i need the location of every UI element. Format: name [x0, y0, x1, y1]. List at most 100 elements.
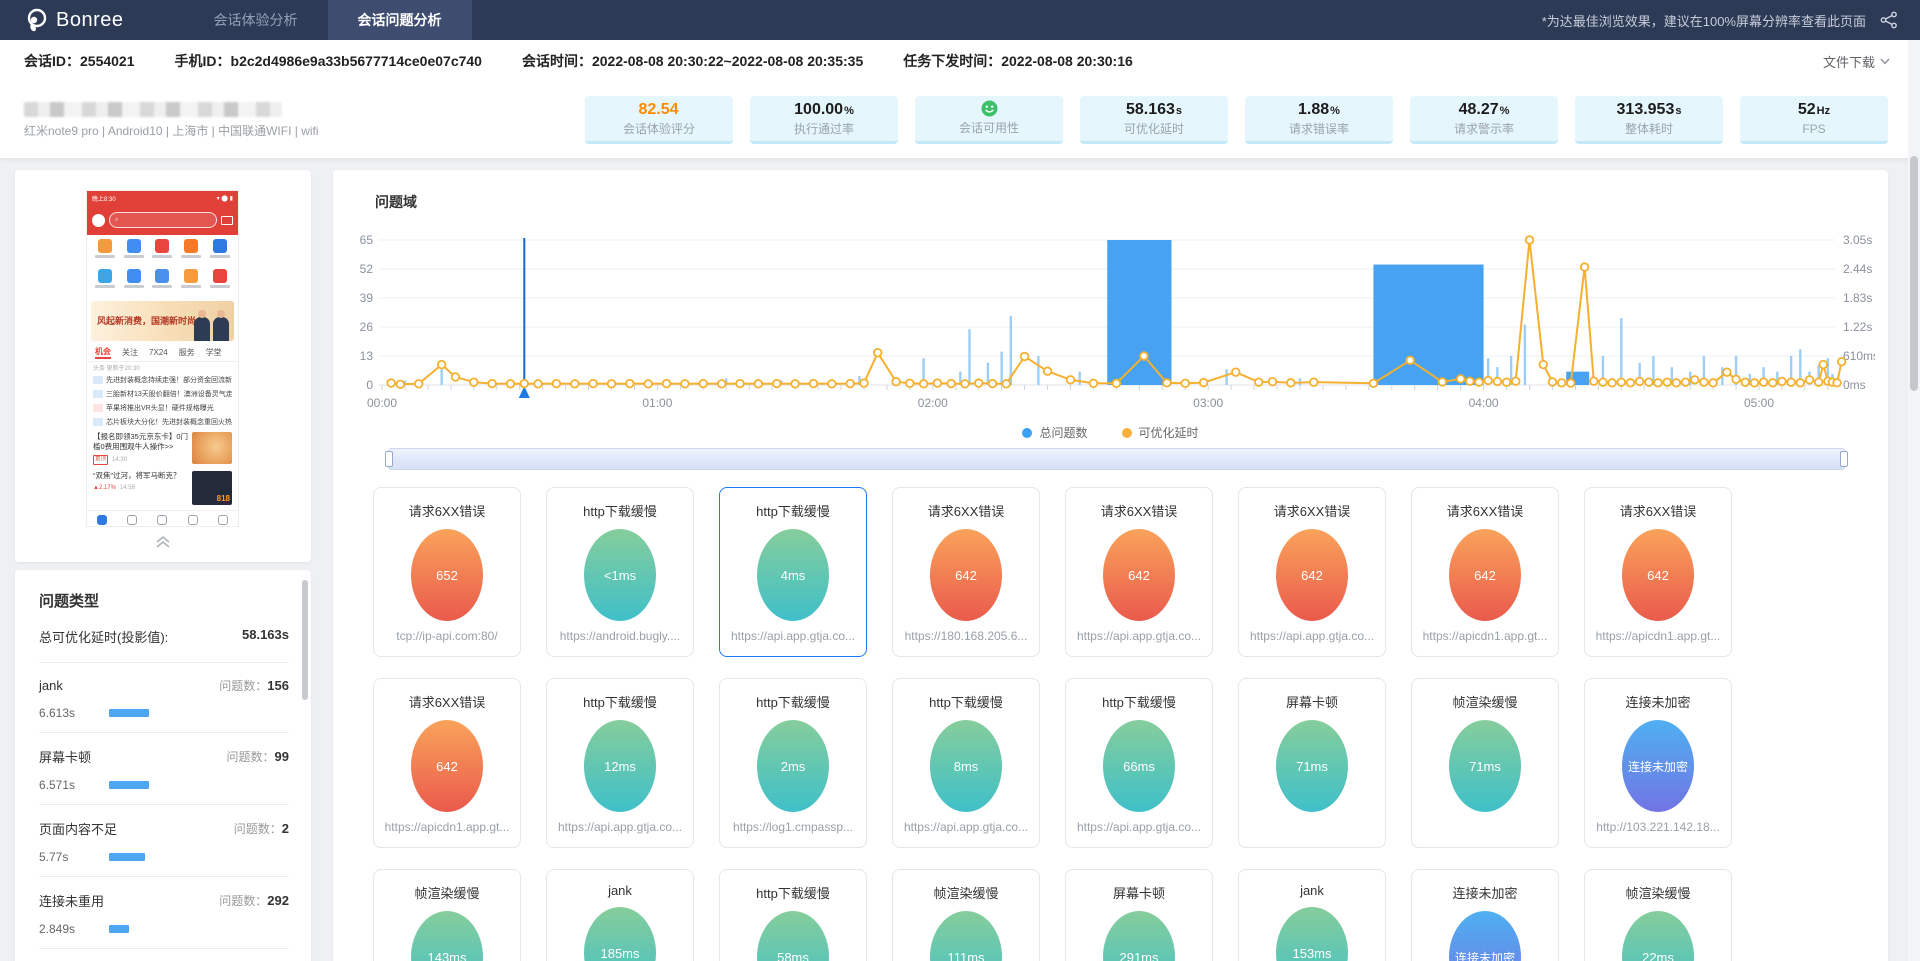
issue-url: https://api.app.gtja.co... [1072, 820, 1206, 834]
issue-bubble: 58ms [757, 911, 829, 961]
metric-card[interactable]: 52Hz FPS [1740, 96, 1888, 144]
issue-value: 71ms [1469, 759, 1501, 774]
problem-time: 2.849s [39, 922, 83, 936]
issue-card[interactable]: 屏幕卡顿 291ms [1065, 869, 1213, 961]
metric-value [915, 100, 1063, 120]
svg-text:04:00: 04:00 [1469, 396, 1499, 410]
issue-card[interactable]: 帧渲染缓慢 143ms [373, 869, 521, 961]
issue-bubble: 8ms [930, 720, 1002, 812]
issue-card[interactable]: http下载缓慢 66ms https://api.app.gtja.co... [1065, 678, 1213, 848]
issue-card[interactable]: 请求6XX错误 642 https://apicdn1.app.gt... [1411, 487, 1559, 657]
svg-text:13: 13 [360, 349, 374, 363]
issue-type: 屏幕卡顿 [1066, 883, 1212, 902]
issue-card[interactable]: jank 185ms [546, 869, 694, 961]
phone-news-item: 苹果将推出VR头显！硬件规格曝光 [87, 401, 238, 415]
issue-card[interactable]: http下载缓慢 2ms https://log1.cmpassp... [719, 678, 867, 848]
legend-item[interactable]: 可优化延时 [1122, 424, 1199, 441]
issue-card[interactable]: 请求6XX错误 642 https://api.app.gtja.co... [1065, 487, 1213, 657]
nav-tab-0[interactable]: 会话体验分析 [184, 0, 328, 40]
nav-tabs: 会话体验分析会话问题分析 [184, 0, 472, 40]
issue-card[interactable]: http下载缓慢 <1ms https://android.bugly.... [546, 487, 694, 657]
metric-card[interactable]: 1.88% 请求错误率 [1245, 96, 1393, 144]
problem-count: 问题数：292 [219, 892, 289, 909]
screenshot-panel: 晚上8:30 ▾ ⬤ ▮ ⌕ 风起新消费，国潮新时尚 机会关注7X24服务学堂 … [15, 170, 311, 562]
issue-card[interactable]: 请求6XX错误 642 https://apicdn1.app.gt... [373, 678, 521, 848]
phone-tab: 服务 [179, 347, 195, 358]
issue-url: https://api.app.gtja.co... [1245, 629, 1379, 643]
issue-card[interactable]: 连接未加密 连接未加密 http://103.221.142.18... [1584, 678, 1732, 848]
issue-card[interactable]: 请求6XX错误 652 tcp://ip-api.com:80/ [373, 487, 521, 657]
phone-app-shortcut [148, 269, 177, 297]
problem-time: 5.77s [39, 850, 83, 864]
panel-scrollbar-thumb[interactable] [302, 580, 308, 700]
issue-card[interactable]: http下载缓慢 4ms https://api.app.gtja.co... [719, 487, 867, 657]
issue-card[interactable]: http下载缓慢 8ms https://api.app.gtja.co... [892, 678, 1040, 848]
session-screenshot[interactable]: 晚上8:30 ▾ ⬤ ▮ ⌕ 风起新消费，国潮新时尚 机会关注7X24服务学堂 … [86, 190, 239, 527]
problem-domain-chart[interactable]: 00ms13610ms261.22s391.83s522.44s653.05s0… [345, 222, 1875, 422]
phone-tab: 7X24 [149, 348, 168, 357]
issue-card[interactable]: 帧渲染缓慢 71ms [1411, 678, 1559, 848]
issue-url: https://api.app.gtja.co... [899, 820, 1033, 834]
issue-card[interactable]: 请求6XX错误 642 https://api.app.gtja.co... [1238, 487, 1386, 657]
phone-news-item: 芯片板块大分化！先进封装概念重回火热 [87, 415, 238, 429]
metric-value: 100.00% [750, 100, 898, 121]
issue-card[interactable]: 屏幕卡顿 71ms [1238, 678, 1386, 848]
metric-card[interactable]: 313.953s 整体耗时 [1575, 96, 1723, 144]
issue-card[interactable]: http下载缓慢 12ms https://api.app.gtja.co... [546, 678, 694, 848]
legend-item[interactable]: 总问题数 [1022, 424, 1087, 441]
issue-type: http下载缓慢 [547, 501, 693, 520]
problem-name: jank [39, 678, 63, 693]
svg-text:03:00: 03:00 [1193, 396, 1223, 410]
metric-card[interactable]: 会话可用性 [915, 96, 1063, 144]
share-icon[interactable] [1880, 11, 1898, 29]
bonree-logo[interactable]: Bonree [24, 7, 124, 33]
phone-app-shortcut [91, 239, 120, 267]
metric-card[interactable]: 48.27% 请求警示率 [1410, 96, 1558, 144]
issue-value: 153ms [1292, 946, 1331, 961]
issue-url: https://api.app.gtja.co... [726, 629, 860, 643]
issue-bubble: 连接未加密 [1622, 720, 1694, 812]
metric-card[interactable]: 100.00% 执行通过率 [750, 96, 898, 144]
metric-value: 313.953s [1575, 100, 1723, 121]
page-scrollbar[interactable] [1908, 40, 1920, 961]
chart-legend: 总问题数 可优化延时 [333, 424, 1888, 441]
phone-search-box: ⌕ [109, 212, 217, 228]
file-download-button[interactable]: 文件下载 [1823, 40, 1890, 82]
problem-bar [109, 853, 145, 861]
issue-card[interactable]: 连接未加密 连接未加密 [1411, 869, 1559, 961]
nav-tab-1[interactable]: 会话问题分析 [328, 0, 472, 40]
article-thumbnail [192, 432, 232, 464]
issue-value: 642 [1301, 568, 1323, 583]
issue-bubble: 642 [1103, 529, 1175, 621]
collapse-panel-button[interactable] [154, 535, 172, 554]
issue-value: 71ms [1296, 759, 1328, 774]
datazoom-left-handle[interactable] [385, 451, 393, 467]
issue-card[interactable]: jank 153ms [1238, 869, 1386, 961]
metric-value: 82.54 [585, 100, 733, 121]
smiley-icon [981, 100, 998, 117]
phone-tab: 关注 [122, 347, 138, 358]
issue-card[interactable]: 请求6XX错误 642 https://apicdn1.app.gt... [1584, 487, 1732, 657]
issue-url: tcp://ip-api.com:80/ [380, 629, 514, 643]
issue-card[interactable]: 帧渲染缓慢 22ms [1584, 869, 1732, 961]
problem-type-item[interactable]: jank 问题数：156 6.613s [39, 663, 289, 733]
problem-type-item[interactable]: 连接未重用 问题数：292 2.849s [39, 877, 289, 949]
problem-type-item[interactable]: 页面内容不足 问题数：2 5.77s [39, 805, 289, 877]
issue-card[interactable]: 帧渲染缓慢 111ms [892, 869, 1040, 961]
datazoom-right-handle[interactable] [1840, 451, 1848, 467]
metric-card[interactable]: 82.54 会话体验评分 [585, 96, 733, 144]
datazoom-slider[interactable] [388, 448, 1845, 470]
article-title: 【报名即领35元京东卡】0门槛0费用围观牛人操作>> [93, 432, 188, 452]
metric-card[interactable]: 58.163s 可优化延时 [1080, 96, 1228, 144]
problem-type-item[interactable]: 屏幕卡顿 问题数：99 6.571s [39, 733, 289, 805]
issue-card[interactable]: 请求6XX错误 642 https://180.168.205.6... [892, 487, 1040, 657]
issue-card[interactable]: http下载缓慢 58ms [719, 869, 867, 961]
metric-label: 请求警示率 [1410, 121, 1558, 138]
page-scrollbar-thumb[interactable] [1910, 156, 1918, 391]
svg-text:3.05s: 3.05s [1843, 233, 1872, 247]
issue-type: http下载缓慢 [1066, 692, 1212, 711]
svg-text:0ms: 0ms [1843, 378, 1866, 392]
issue-type: 请求6XX错误 [374, 501, 520, 520]
issue-type: 请求6XX错误 [374, 692, 520, 711]
phone-app-shortcut [205, 269, 234, 297]
